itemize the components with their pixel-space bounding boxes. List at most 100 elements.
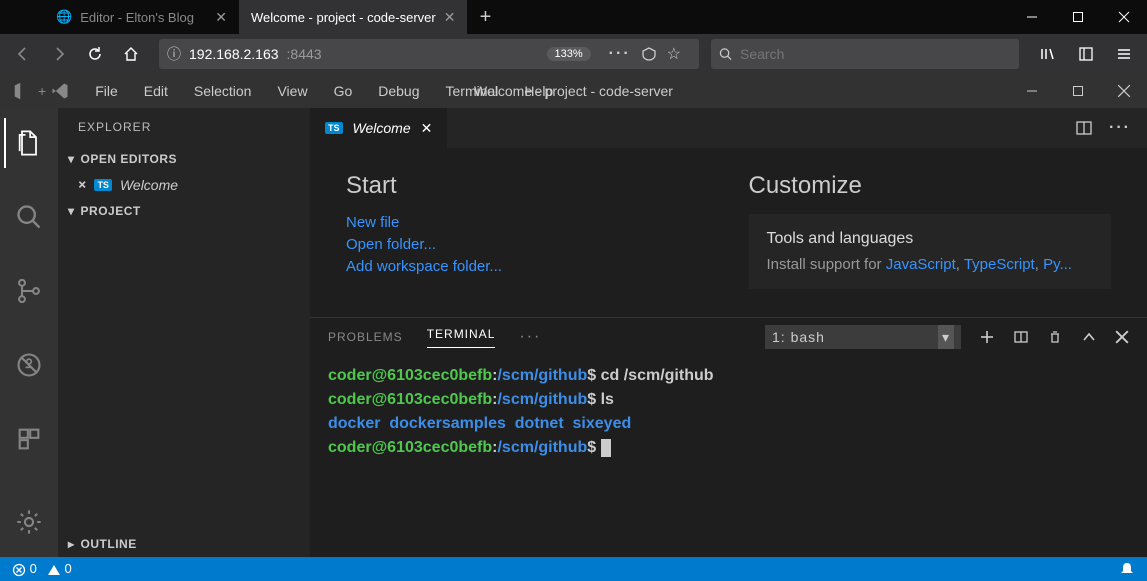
project-section[interactable]: ▾ PROJECT: [58, 198, 310, 224]
split-editor-icon[interactable]: [1075, 119, 1093, 137]
menu-view[interactable]: View: [264, 74, 320, 108]
terminal-tab[interactable]: TERMINAL: [427, 327, 496, 348]
warnings-status[interactable]: 0: [47, 561, 72, 577]
browser-toolbar: ⓘ 192.168.2.163 :8443 133% ··· ☆: [0, 34, 1147, 74]
settings-activity-button[interactable]: [4, 497, 54, 547]
more-actions-icon[interactable]: ···: [1109, 119, 1131, 137]
card-heading: Tools and languages: [767, 230, 1094, 248]
reader-icon[interactable]: [641, 46, 657, 62]
search-icon: [719, 47, 732, 61]
outline-section[interactable]: ▸ OUTLINE: [58, 531, 310, 557]
term-cmd: cd /scm/github: [601, 367, 714, 384]
lang-link[interactable]: TypeScript: [964, 256, 1035, 273]
term-glyph: $: [587, 391, 596, 408]
tab-title: Welcome - project - code-server: [251, 10, 436, 25]
app-close-button[interactable]: [1101, 84, 1147, 98]
new-tab-button[interactable]: +: [467, 0, 503, 34]
bookmark-icon[interactable]: ☆: [667, 44, 681, 64]
card-text-prefix: Install support for: [767, 256, 886, 273]
split-terminal-icon[interactable]: [1013, 329, 1029, 345]
open-folder-link[interactable]: Open folder...: [346, 236, 709, 253]
menu-file[interactable]: File: [82, 74, 131, 108]
panel-tabs: PROBLEMS TERMINAL ··· 1: bash ▾: [310, 318, 1147, 356]
search-input[interactable]: [740, 46, 1011, 62]
chevron-down-icon: ▾: [68, 204, 75, 218]
library-button[interactable]: [1033, 39, 1063, 69]
section-label: OUTLINE: [81, 537, 137, 551]
welcome-page: Start New file Open folder... Add worksp…: [310, 148, 1147, 317]
forward-button[interactable]: [44, 39, 74, 69]
terminal-selector-label: 1: bash: [772, 329, 825, 345]
app-logo: +: [0, 80, 82, 102]
new-terminal-icon[interactable]: [979, 329, 995, 345]
home-button[interactable]: [116, 39, 146, 69]
browser-tab[interactable]: 🌐 Editor - Elton's Blog ✕: [44, 0, 239, 34]
url-host: 192.168.2.163: [189, 46, 279, 62]
problems-tab[interactable]: PROBLEMS: [328, 330, 403, 344]
menu-selection[interactable]: Selection: [181, 74, 265, 108]
chevron-down-icon: ▾: [68, 152, 75, 166]
maximize-panel-icon[interactable]: [1081, 329, 1097, 345]
kill-terminal-icon[interactable]: [1047, 329, 1063, 345]
errors-status[interactable]: 0: [12, 561, 37, 577]
menu-go[interactable]: Go: [321, 74, 366, 108]
app-titlebar: + File Edit Selection View Go Debug Term…: [0, 74, 1147, 108]
app-minimize-button[interactable]: [1009, 84, 1055, 98]
menu-edit[interactable]: Edit: [131, 74, 181, 108]
open-editors-section[interactable]: ▾ OPEN EDITORS: [58, 146, 310, 172]
new-file-link[interactable]: New file: [346, 214, 709, 231]
lang-link[interactable]: Py...: [1043, 256, 1072, 273]
explorer-activity-button[interactable]: [4, 118, 54, 168]
url-bar[interactable]: ⓘ 192.168.2.163 :8443 133% ··· ☆: [159, 39, 699, 69]
term-dir: docker: [328, 415, 380, 432]
url-port: :8443: [287, 46, 322, 62]
menu-debug[interactable]: Debug: [365, 74, 432, 108]
search-bar[interactable]: [711, 39, 1019, 69]
app-maximize-button[interactable]: [1055, 84, 1101, 98]
warning-count: 0: [64, 561, 71, 576]
browser-tab[interactable]: Welcome - project - code-server ✕: [239, 0, 467, 34]
site-info-icon[interactable]: ⓘ: [167, 44, 181, 64]
more-panels-icon[interactable]: ···: [519, 328, 541, 346]
open-editor-item[interactable]: × TS Welcome: [58, 172, 310, 198]
term-user: coder@6103cec0befb: [328, 439, 492, 456]
term-dir: dockersamples: [389, 415, 506, 432]
debug-activity-button[interactable]: [4, 340, 54, 390]
start-heading: Start: [346, 172, 709, 200]
explorer-sidebar: EXPLORER ▾ OPEN EDITORS × TS Welcome ▾ P…: [58, 108, 310, 557]
lang-link[interactable]: JavaScript: [886, 256, 956, 273]
hamburger-menu-button[interactable]: [1109, 39, 1139, 69]
add-workspace-link[interactable]: Add workspace folder...: [346, 258, 709, 275]
term-path: /scm/github: [497, 367, 587, 384]
ts-lang-icon: TS: [94, 179, 112, 191]
tools-card[interactable]: Tools and languages Install support for …: [749, 214, 1112, 289]
terminal-output[interactable]: coder@6103cec0befb:/scm/github$ cd /scm/…: [310, 356, 1147, 557]
bottom-panel: PROBLEMS TERMINAL ··· 1: bash ▾ coder@61…: [310, 317, 1147, 557]
back-button[interactable]: [8, 39, 38, 69]
zoom-badge[interactable]: 133%: [547, 47, 591, 61]
search-activity-button[interactable]: [4, 192, 54, 242]
close-icon[interactable]: ×: [78, 177, 86, 193]
reload-button[interactable]: [80, 39, 110, 69]
error-count: 0: [30, 561, 37, 576]
scm-activity-button[interactable]: [4, 266, 54, 316]
term-cmd: ls: [601, 391, 614, 408]
sidebar-button[interactable]: [1071, 39, 1101, 69]
notifications-icon[interactable]: [1119, 561, 1135, 577]
section-label: PROJECT: [81, 204, 141, 218]
term-path: /scm/github: [497, 439, 587, 456]
tab-favicon: 🌐: [56, 9, 72, 25]
editor-tab[interactable]: TS Welcome ✕: [310, 108, 447, 148]
section-label: OPEN EDITORS: [81, 152, 177, 166]
page-actions-icon[interactable]: ···: [609, 45, 631, 63]
close-panel-icon[interactable]: [1115, 330, 1129, 344]
terminal-selector[interactable]: 1: bash ▾: [765, 325, 961, 349]
extensions-activity-button[interactable]: [4, 414, 54, 464]
window-minimize-button[interactable]: [1009, 0, 1055, 34]
window-close-button[interactable]: [1101, 0, 1147, 34]
close-icon[interactable]: ✕: [444, 9, 456, 26]
status-bar: 0 0: [0, 557, 1147, 581]
close-icon[interactable]: ✕: [421, 120, 433, 137]
window-maximize-button[interactable]: [1055, 0, 1101, 34]
close-icon[interactable]: ✕: [215, 9, 227, 26]
